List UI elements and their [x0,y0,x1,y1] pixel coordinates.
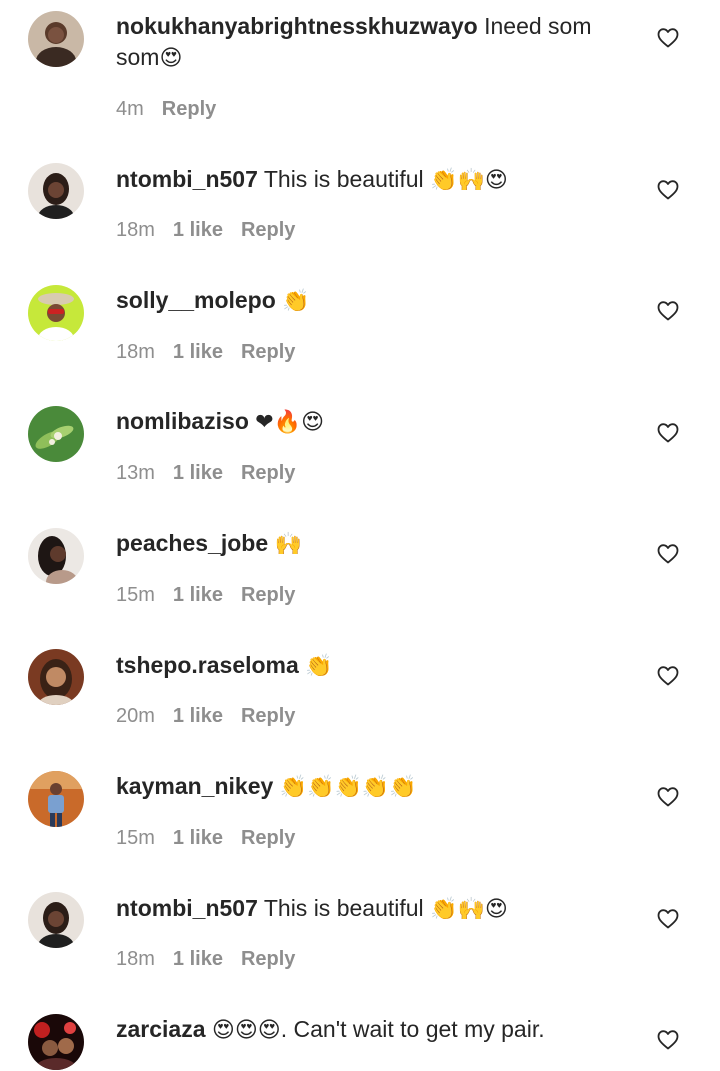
comment-text: This is beautiful [263,895,424,921]
avatar[interactable] [28,1014,84,1070]
comment-emoji: ❤🔥😍 [255,410,325,435]
comment-time: 20m [116,705,155,727]
like-count[interactable]: 1 like [173,584,223,606]
comment-body: solly__molepo 👏 [116,285,636,317]
comment-emoji: 🙌 [274,532,302,557]
comment-username[interactable]: peaches_jobe [116,530,268,556]
heart-outline-icon[interactable] [656,542,680,566]
heart-outline-icon[interactable] [656,178,680,202]
reply-button[interactable]: Reply [241,705,295,727]
comment-body: nokukhanyabrightnesskhuzwayo Ineed som s… [116,11,636,74]
like-count[interactable]: 1 like [173,462,223,484]
heart-outline-icon[interactable] [656,26,680,50]
like-count[interactable]: 1 like [173,341,223,363]
comment-emoji: 👏🙌😍 [430,168,508,193]
like-count[interactable]: 1 like [173,705,223,727]
reply-button[interactable]: Reply [241,584,295,606]
comment-meta: 20m 1 like Reply [116,705,313,728]
comment-body: ntombi_n507 This is beautiful 👏🙌😍 [116,893,636,925]
comment-text: . Can't wait to get my pair. [280,1016,545,1042]
comment-emoji: 👏 [282,289,310,314]
reply-button[interactable]: Reply [241,462,295,484]
comment-body: kayman_nikey 👏👏👏👏👏 [116,771,636,803]
avatar[interactable] [28,11,84,67]
comment-body: tshepo.raseloma 👏 [116,650,636,682]
comment-emoji: 😍😍😍 [211,1018,281,1043]
comment-time: 18m [116,219,155,241]
heart-outline-icon[interactable] [656,299,680,323]
like-count[interactable]: 1 like [173,827,223,849]
comment-meta: 18m 1 like Reply [116,948,313,971]
comment-time: 4m [116,98,144,120]
comment-time: 18m [116,341,155,363]
comment-body: ntombi_n507 This is beautiful 👏🙌😍 [116,164,636,196]
comment-username[interactable]: ntombi_n507 [116,166,258,192]
comment-meta: 13m 1 like Reply [116,462,313,485]
avatar[interactable] [28,406,84,462]
comment-meta: 4m Reply [116,98,234,121]
heart-outline-icon[interactable] [656,421,680,445]
comment-text: This is beautiful [263,166,424,192]
like-count[interactable]: 1 like [173,948,223,970]
comment-time: 15m [116,827,155,849]
comment-username[interactable]: kayman_nikey [116,773,273,799]
avatar[interactable] [28,528,84,584]
comment-body: zarciaza 😍😍😍. Can't wait to get my pair. [116,1014,636,1046]
comment-username[interactable]: tshepo.raseloma [116,652,299,678]
reply-button[interactable]: Reply [241,948,295,970]
reply-button[interactable]: Reply [241,341,295,363]
comment-username[interactable]: nokukhanyabrightnesskhuzwayo [116,13,478,39]
like-count[interactable]: 1 like [173,219,223,241]
heart-outline-icon[interactable] [656,907,680,931]
heart-outline-icon[interactable] [656,785,680,809]
comment-emoji: 👏🙌😍 [430,897,508,922]
comment-meta: 18m 1 like Reply [116,219,313,242]
avatar[interactable] [28,649,84,705]
comment-meta: 15m 1 like Reply [116,584,313,607]
comment-meta: 15m 1 like Reply [116,827,313,850]
comment-body: peaches_jobe 🙌 [116,528,636,560]
heart-outline-icon[interactable] [656,1028,680,1052]
comment-time: 18m [116,948,155,970]
comment-username[interactable]: ntombi_n507 [116,895,258,921]
comment-username[interactable]: zarciaza [116,1016,206,1042]
heart-outline-icon[interactable] [656,664,680,688]
reply-button[interactable]: Reply [241,827,295,849]
comment-time: 13m [116,462,155,484]
avatar[interactable] [28,163,84,219]
avatar[interactable] [28,771,84,827]
avatar[interactable] [28,892,84,948]
comment-emoji: 👏👏👏👏👏 [279,775,417,800]
reply-button[interactable]: Reply [241,219,295,241]
comment-time: 15m [116,584,155,606]
comment-emoji: 👏 [305,654,333,679]
comment-username[interactable]: solly__molepo [116,287,276,313]
comment-body: nomlibaziso ❤🔥😍 [116,406,636,438]
avatar[interactable] [28,285,84,341]
comment-emoji: 😍 [159,46,183,71]
reply-button[interactable]: Reply [162,98,216,120]
comment-username[interactable]: nomlibaziso [116,408,249,434]
comment-meta: 18m 1 like Reply [116,341,313,364]
